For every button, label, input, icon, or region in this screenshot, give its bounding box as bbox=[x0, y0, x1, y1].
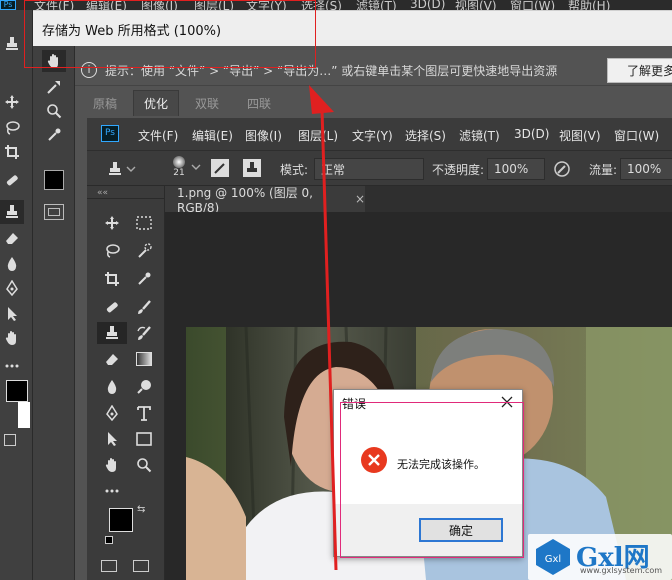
watermark-subtext: www.gxlsystem.com bbox=[580, 566, 663, 575]
svg-text:Gxl: Gxl bbox=[545, 554, 561, 565]
watermark-logo-icon: Gxl bbox=[534, 538, 572, 576]
annotation-arrow bbox=[309, 85, 338, 571]
watermark: Gxl Gxl网 www.gxlsystem.com bbox=[528, 534, 672, 580]
